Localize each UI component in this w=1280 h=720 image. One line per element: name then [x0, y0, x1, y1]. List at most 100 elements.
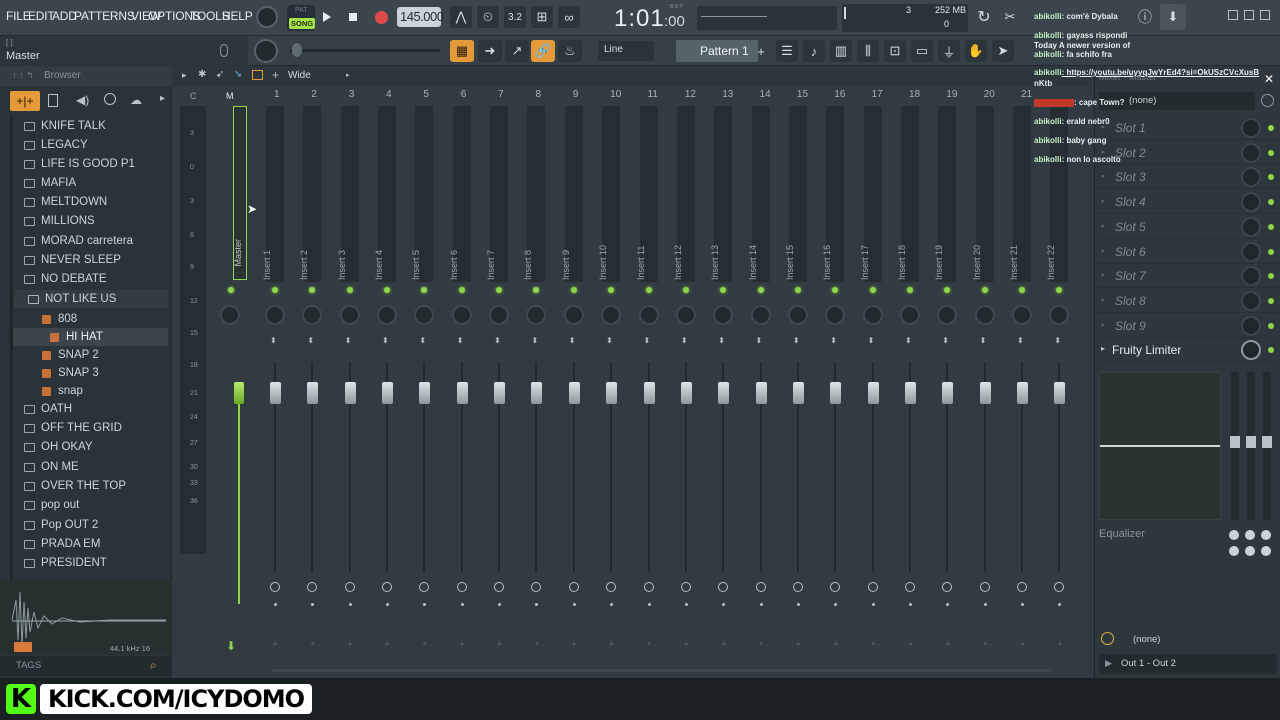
fx-slot[interactable]: ▸ Slot 7	[1097, 264, 1279, 289]
send-arrow-icon[interactable]: ▲	[683, 640, 690, 647]
menu-file[interactable]: FILE	[6, 9, 31, 23]
send-arrow-icon[interactable]: ▲	[533, 640, 540, 647]
route-dot[interactable]	[311, 603, 315, 606]
send-arrow-icon[interactable]: ▲	[982, 640, 989, 647]
pattern-selector[interactable]: Pattern 1	[676, 40, 758, 62]
insert-volume-fader[interactable]	[680, 382, 692, 404]
insert-pan-knob[interactable]	[563, 305, 584, 325]
insert-pan-knob[interactable]	[339, 305, 360, 325]
piano-roll-button[interactable]: ▦	[450, 40, 474, 62]
eq-knob[interactable]	[1229, 530, 1239, 540]
minimize-button[interactable]	[1228, 10, 1238, 20]
stereo-swap-icon[interactable]: ⬍	[569, 336, 576, 345]
insert-volume-fader[interactable]	[344, 382, 356, 404]
eq-knob[interactable]	[1245, 530, 1255, 540]
stereo-swap-icon[interactable]: ⬍	[980, 336, 987, 345]
metronome-icon[interactable]: ⋀	[450, 6, 472, 28]
insert-pan-knob[interactable]	[489, 305, 510, 325]
stereo-swap-icon[interactable]: ⬍	[270, 336, 277, 345]
slot-mix-knob[interactable]	[1241, 118, 1261, 138]
send-arrow-icon[interactable]: ▲	[1056, 640, 1063, 647]
insert-pan-knob[interactable]	[862, 305, 883, 325]
insert-pan-knob[interactable]	[1049, 305, 1070, 325]
send-arrow-icon[interactable]: ▲	[907, 640, 914, 647]
route-dot[interactable]	[834, 603, 838, 606]
master-volume-knob[interactable]	[256, 6, 278, 28]
insert-pan-knob[interactable]	[750, 305, 771, 325]
insert-volume-fader[interactable]	[979, 382, 991, 404]
files-tab-icon[interactable]	[48, 94, 58, 107]
master-fader[interactable]	[234, 382, 244, 404]
route-clock-icon[interactable]	[792, 582, 803, 592]
route-dot[interactable]	[796, 603, 800, 606]
browser-item[interactable]: 808	[42, 310, 77, 328]
slot-mix-knob[interactable]	[1241, 315, 1261, 336]
eq-handle[interactable]	[1230, 436, 1240, 448]
insert-enable-led[interactable]	[1019, 287, 1025, 293]
close-window-button[interactable]	[1260, 10, 1270, 20]
insert-volume-fader[interactable]	[1017, 382, 1028, 404]
route-dot[interactable]	[908, 603, 912, 606]
route-dot[interactable]	[684, 603, 688, 606]
send-arrow-icon[interactable]: ▲	[646, 640, 653, 647]
fx-slot[interactable]: ▸ Slot 8	[1097, 289, 1279, 313]
playlist-icon[interactable]: ☰	[776, 40, 798, 62]
route-dot[interactable]	[460, 603, 464, 606]
web-tab-icon[interactable]	[104, 93, 116, 105]
eq-slider-low[interactable]	[1230, 372, 1240, 520]
undo-icon[interactable]: ↻	[973, 6, 995, 28]
stereo-swap-icon[interactable]: ⬍	[905, 336, 912, 345]
insert-pan-knob[interactable]	[675, 305, 696, 325]
route-clock-icon[interactable]	[344, 582, 355, 592]
insert-pan-knob[interactable]	[974, 305, 995, 325]
route-clock-icon[interactable]	[755, 582, 766, 592]
insert-enable-led[interactable]	[309, 287, 316, 293]
stereo-swap-icon[interactable]: ⬍	[606, 336, 613, 345]
mode-arrow-icon[interactable]: ▸	[346, 71, 350, 79]
insert-enable-led[interactable]	[533, 287, 540, 293]
send-arrow-icon[interactable]: ▲	[1019, 640, 1026, 647]
route-dot[interactable]	[1021, 603, 1024, 606]
insert-volume-fader[interactable]	[942, 382, 954, 404]
eq-knob[interactable]	[1245, 546, 1255, 556]
eq-knob[interactable]	[1229, 546, 1239, 556]
insert-volume-fader[interactable]	[904, 382, 916, 404]
browser-item[interactable]: OH OKAY	[24, 438, 93, 456]
insert-volume-fader[interactable]	[792, 382, 804, 404]
browser-item[interactable]: OFF THE GRID	[24, 419, 122, 437]
insert-pan-knob[interactable]	[825, 305, 846, 325]
browser-item[interactable]: MILLIONS	[24, 212, 95, 230]
master-strip[interactable]: Master	[233, 106, 247, 280]
insert-enable-led[interactable]	[720, 287, 727, 293]
insert-enable-led[interactable]	[981, 287, 988, 293]
insert-volume-fader[interactable]	[867, 382, 879, 404]
insert-pan-knob[interactable]	[414, 305, 435, 325]
route-clock-icon[interactable]	[904, 582, 915, 592]
route-dot[interactable]	[647, 603, 651, 606]
route-dot[interactable]	[610, 603, 614, 606]
route-clock-icon[interactable]	[979, 582, 990, 592]
insert-enable-led[interactable]	[757, 287, 764, 293]
menu-help[interactable]: HELP	[222, 9, 253, 23]
route-clock-icon[interactable]	[942, 582, 953, 592]
insert-pan-knob[interactable]	[899, 305, 920, 325]
insert-volume-fader[interactable]	[1054, 382, 1066, 404]
fx-slot[interactable]: ▸ Slot 3	[1097, 165, 1279, 190]
slot-led[interactable]	[1268, 125, 1274, 131]
arrow-tool-icon[interactable]: ➜	[478, 40, 502, 62]
stereo-swap-icon[interactable]: ⬍	[1017, 336, 1024, 345]
eq-handle[interactable]	[1246, 436, 1256, 448]
loop-record-icon[interactable]: ∞	[558, 6, 580, 28]
stereo-swap-icon[interactable]: ⬍	[681, 336, 688, 345]
route-clock-icon[interactable]	[494, 582, 505, 592]
master-down-icon[interactable]: ⬇	[226, 639, 236, 653]
audio-tab-icon[interactable]: ◀)	[76, 93, 89, 107]
slot-led[interactable]	[1268, 149, 1274, 156]
stereo-swap-icon[interactable]: ⬍	[457, 336, 464, 345]
slider-handle[interactable]	[292, 43, 302, 57]
insert-pan-knob[interactable]	[451, 305, 472, 325]
route-dot[interactable]	[274, 603, 277, 606]
stop-button[interactable]	[342, 6, 364, 28]
route-dot[interactable]	[386, 603, 390, 606]
browser-item[interactable]: NO DEBATE	[24, 270, 107, 288]
